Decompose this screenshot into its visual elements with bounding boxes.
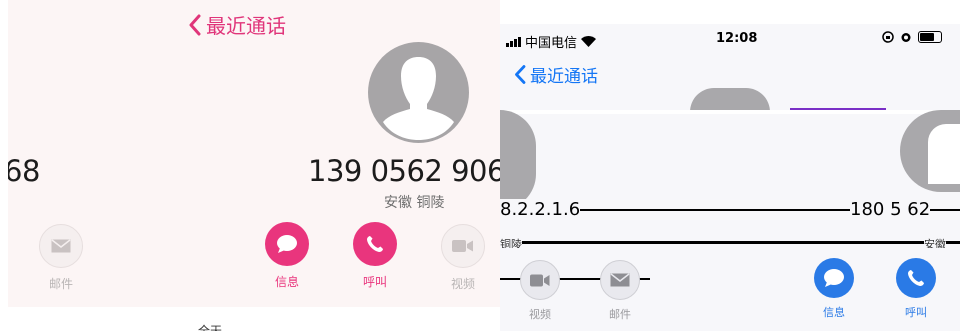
rotation-lock-icon — [882, 31, 894, 43]
mail-circle — [600, 260, 640, 300]
envelope-icon — [51, 239, 71, 253]
chevron-left-icon — [189, 14, 201, 35]
call-circle — [896, 258, 936, 298]
status-time: 12:08 — [716, 31, 758, 46]
video-label: 视频 — [529, 308, 551, 321]
carrier-name: 中国电信 — [525, 36, 578, 51]
location-fragment-right: 安徽 — [924, 236, 946, 248]
avatar-fragment-left — [500, 110, 536, 210]
back-button[interactable]: 最近通话 — [188, 10, 286, 39]
phone-icon — [908, 270, 924, 286]
envelope-icon — [610, 273, 630, 287]
message-button[interactable]: 信息 — [812, 258, 856, 320]
call-label: 呼叫 — [905, 306, 927, 319]
ios-screen: 中国电信 12:08 最近通话 8.2.2.1.6 180 5 62 铜陵 安徽… — [500, 24, 960, 331]
video-label: 视频 — [450, 277, 475, 291]
call-button[interactable]: 呼叫 — [894, 258, 938, 320]
glitch-number-band: 8.2.2.1.6 180 5 62 — [500, 199, 960, 221]
message-label: 信息 — [274, 275, 299, 289]
phone-number-fragment: 68 — [8, 154, 40, 188]
video-button[interactable]: 视频 — [518, 260, 562, 322]
person-silhouette-fragment — [928, 124, 960, 184]
phone-location: 安徽 铜陵 — [384, 195, 445, 211]
cropped-caption: 全天 — [198, 324, 223, 331]
mail-circle — [39, 224, 83, 268]
message-circle — [814, 258, 854, 298]
mail-button[interactable]: 邮件 — [598, 260, 642, 322]
wifi-icon — [581, 36, 597, 47]
glitch-stripe — [500, 110, 960, 114]
back-label: 最近通话 — [206, 14, 286, 38]
chevron-left-icon — [515, 65, 526, 84]
carrier-group: 中国电信 — [506, 32, 597, 51]
back-label: 最近通话 — [530, 67, 598, 87]
left-contact-screen: 最近通话 68 139 0562 906 安徽 铜陵 邮件 信息 呼叫 视频 — [8, 0, 500, 307]
battery-icon — [918, 31, 942, 43]
person-silhouette-icon — [368, 42, 469, 143]
mail-label: 邮件 — [609, 308, 631, 321]
video-camera-icon — [530, 274, 550, 286]
video-circle — [441, 224, 485, 268]
phone-number-fragment-left: 8.2.2.1.6 — [500, 199, 581, 220]
message-label: 信息 — [823, 306, 845, 319]
back-button[interactable]: 最近通话 — [514, 62, 598, 87]
signal-icon — [506, 36, 521, 47]
phone-icon — [367, 236, 383, 252]
message-bubble-icon — [277, 235, 297, 253]
mail-label: 邮件 — [48, 277, 73, 291]
alarm-icon — [901, 33, 911, 42]
message-circle — [265, 222, 309, 266]
avatar-fragment — [690, 88, 770, 112]
video-camera-icon — [452, 240, 473, 252]
message-bubble-icon — [824, 269, 844, 287]
video-circle — [520, 260, 560, 300]
status-icons — [882, 31, 942, 43]
call-button[interactable]: 呼叫 — [352, 222, 398, 290]
glitch-line — [500, 241, 960, 244]
video-button[interactable]: 视频 — [440, 224, 486, 292]
avatar — [368, 42, 469, 143]
call-circle — [353, 222, 397, 266]
call-label: 呼叫 — [362, 275, 387, 289]
message-button[interactable]: 信息 — [264, 222, 310, 290]
status-bar: 中国电信 12:08 — [500, 24, 960, 54]
glitch-location-band: 铜陵 安徽 — [500, 236, 960, 248]
location-fragment-left: 铜陵 — [500, 236, 522, 248]
phone-number: 139 0562 906 — [308, 154, 500, 188]
mail-button[interactable]: 邮件 — [38, 224, 84, 292]
phone-number-fragment-right: 180 5 62 — [850, 199, 931, 220]
right-contact-screen: 中国电信 12:08 最近通话 8.2.2.1.6 180 5 62 铜陵 安徽… — [500, 0, 960, 331]
